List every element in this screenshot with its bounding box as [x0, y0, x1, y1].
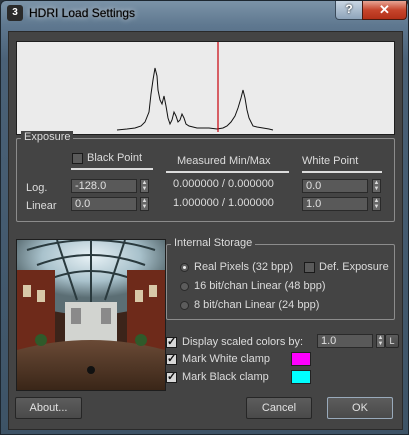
storage-option-8bit-radio[interactable] [180, 301, 189, 310]
storage-option-8bit-label[interactable]: 8 bit/chan Linear (24 bpp) [194, 299, 319, 311]
display-scaled-field[interactable]: 1.0 [317, 334, 373, 348]
panorama-thumbnail [17, 240, 165, 390]
def-exposure-label: Def. Exposure [319, 261, 389, 273]
white-linear-field[interactable]: 1.0 [302, 197, 368, 211]
histogram-curve [116, 67, 274, 131]
linear-row-label: Linear [26, 200, 57, 212]
cancel-button[interactable]: Cancel [246, 397, 312, 419]
ok-button[interactable]: OK [327, 397, 393, 419]
mark-black-clamp-checkbox[interactable] [166, 370, 177, 383]
def-exposure-checkbox[interactable] [304, 262, 315, 273]
log-row-label: Log. [26, 182, 48, 194]
dialog-window: 3 HDRI Load Settings ? ✕ Exposure Black … [0, 0, 409, 435]
white-linear-spinner[interactable]: ▲ ▼ [372, 197, 381, 211]
storage-option-real-pixels-label[interactable]: Real Pixels (32 bpp) [194, 261, 293, 273]
black-point-checkbox[interactable] [72, 153, 83, 164]
internal-storage-group-title: Internal Storage [171, 237, 256, 249]
display-scaled-label: Display scaled colors by: [182, 336, 304, 348]
white-point-header: White Point [302, 155, 359, 167]
black-linear-field[interactable]: 0.0 [71, 197, 137, 211]
app-icon: 3 [7, 5, 23, 21]
black-log-spinner[interactable]: ▲ ▼ [140, 179, 149, 193]
black-point-label: Black Point [87, 152, 143, 164]
white-point-underline [302, 171, 382, 173]
mark-white-clamp-checkbox[interactable] [166, 352, 177, 365]
lock-button[interactable]: L [385, 334, 399, 348]
window-title: HDRI Load Settings [29, 6, 136, 20]
measured-underline [166, 171, 289, 173]
black-log-field[interactable]: -128.0 [71, 179, 137, 193]
black-point-underline [71, 168, 153, 170]
white-log-field[interactable]: 0.0 [302, 179, 368, 193]
black-clamp-color-swatch[interactable] [291, 370, 311, 384]
help-button[interactable]: ? [335, 1, 363, 20]
measured-log-value: 0.000000 / 0.000000 [173, 178, 274, 190]
mark-white-clamp-label: Mark White clamp [182, 353, 271, 365]
exposure-group-title: Exposure [21, 131, 74, 143]
measured-header: Measured Min/Max [177, 155, 271, 167]
hdri-preview-image [16, 239, 166, 391]
storage-option-16bit-radio[interactable] [180, 282, 189, 291]
display-scaled-checkbox[interactable] [166, 335, 177, 348]
white-log-spinner[interactable]: ▲ ▼ [372, 179, 381, 193]
close-button[interactable]: ✕ [362, 1, 407, 20]
about-button[interactable]: About... [15, 397, 82, 419]
dialog-client: Exposure Black Point Measured Min/Max Wh… [8, 31, 403, 430]
display-scaled-spinner[interactable]: ▲ ▼ [376, 334, 385, 348]
storage-option-real-pixels-radio[interactable] [180, 263, 189, 272]
title-bar[interactable]: 3 HDRI Load Settings ? ✕ [1, 1, 408, 27]
black-linear-spinner[interactable]: ▲ ▼ [140, 197, 149, 211]
storage-option-16bit-label[interactable]: 16 bit/chan Linear (48 bpp) [194, 280, 325, 292]
white-clamp-color-swatch[interactable] [291, 352, 311, 366]
histogram-graph [116, 42, 274, 132]
mark-black-clamp-label: Mark Black clamp [182, 371, 269, 383]
measured-linear-value: 1.000000 / 1.000000 [173, 197, 274, 209]
histogram-panel [16, 41, 395, 135]
